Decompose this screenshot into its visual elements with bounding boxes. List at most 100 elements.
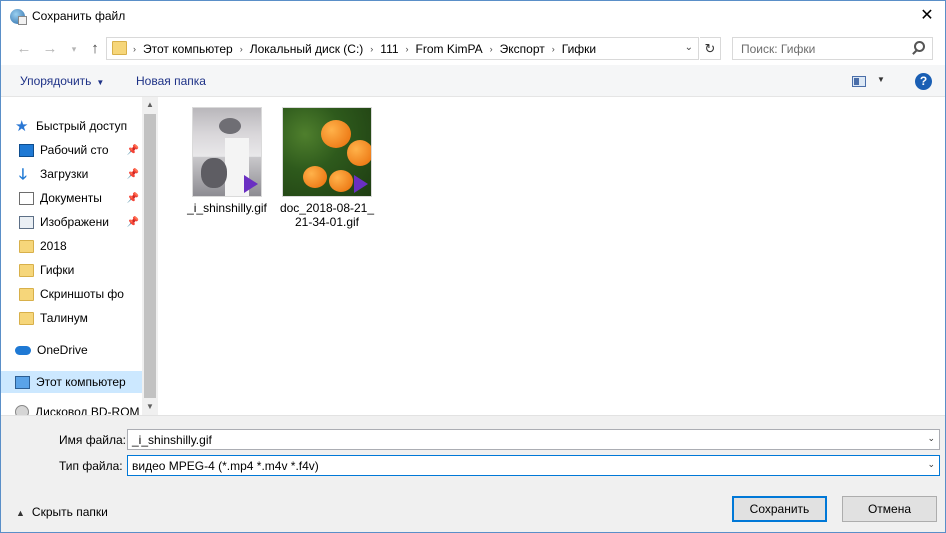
breadcrumb-separator-icon[interactable]: › xyxy=(552,44,555,54)
thumbnail-orange-shape xyxy=(303,166,327,188)
cloud-icon xyxy=(15,345,31,355)
search-icon xyxy=(914,41,925,52)
folder-icon xyxy=(19,311,34,325)
nav-item-onedrive[interactable]: OneDrive xyxy=(1,339,142,361)
chevron-down-icon[interactable]: ⌄ xyxy=(685,42,693,53)
play-icon xyxy=(244,175,258,193)
search-placeholder: Поиск: Гифки xyxy=(741,42,816,56)
pin-icon: 📌 xyxy=(126,168,139,180)
folder-icon xyxy=(19,263,34,277)
chevron-down-icon[interactable]: ⌄ xyxy=(927,433,935,444)
filename-label: Имя файла: xyxy=(59,433,126,447)
help-icon[interactable]: ? xyxy=(915,73,932,90)
breadcrumb-item[interactable]: From KimPA xyxy=(416,42,483,56)
scroll-up-icon[interactable]: ▲ xyxy=(142,97,158,113)
close-button[interactable]: ✕ xyxy=(915,5,939,27)
file-thumbnail xyxy=(282,107,372,197)
filetype-label: Тип файла: xyxy=(59,459,123,473)
nav-item-this-pc[interactable]: Этот компьютер xyxy=(1,371,142,393)
disc-drive-icon xyxy=(15,405,29,415)
recent-locations-chevron-icon[interactable]: ▾ xyxy=(64,39,84,59)
nav-item-documents[interactable]: Документы 📌 xyxy=(1,187,142,209)
computer-icon xyxy=(15,375,30,389)
filetype-value: видео MPEG-4 (*.mp4 *.m4v *.f4v) xyxy=(132,459,319,473)
filetype-select[interactable]: видео MPEG-4 (*.mp4 *.m4v *.f4v) ⌄ xyxy=(127,455,940,476)
thumbnail-cat-shape xyxy=(219,118,241,134)
address-bar[interactable]: › Этот компьютер › Локальный диск (C:) ›… xyxy=(106,37,699,60)
breadcrumb-item[interactable]: Этот компьютер xyxy=(143,42,233,56)
pin-icon: 📌 xyxy=(126,216,139,228)
organize-button[interactable]: Упорядочить ▼ xyxy=(20,74,104,88)
file-name: _i_shinshilly.gif xyxy=(187,201,267,215)
save-form: Имя файла: _i_shinshilly.gif ⌄ Тип файла… xyxy=(1,415,945,532)
thumbnail-orange-shape xyxy=(329,170,353,192)
file-list: _i_shinshilly.gif doc_2018-08-21_21-34-0… xyxy=(159,97,945,415)
breadcrumb-item[interactable]: Гифки xyxy=(562,42,596,56)
nav-item-desktop[interactable]: Рабочий сто 📌 xyxy=(1,139,142,161)
nav-item-label: Изображени xyxy=(40,215,109,229)
breadcrumb-item[interactable]: Локальный диск (C:) xyxy=(250,42,364,56)
pin-icon: 📌 xyxy=(126,144,139,156)
breadcrumb-separator-icon[interactable]: › xyxy=(406,44,409,54)
play-icon xyxy=(354,175,368,193)
document-icon xyxy=(19,191,34,205)
thumbnail-orange-shape xyxy=(347,140,371,166)
nav-item-label: Этот компьютер xyxy=(36,375,126,389)
thumbnail-orange-shape xyxy=(321,120,351,148)
filename-field[interactable]: _i_shinshilly.gif ⌄ xyxy=(127,429,940,450)
nav-item-label: 2018 xyxy=(40,239,67,253)
nav-item-label: Загрузки xyxy=(40,167,89,181)
folder-icon xyxy=(19,239,34,253)
folder-icon xyxy=(112,41,127,55)
change-view-icon[interactable] xyxy=(852,76,866,87)
file-thumbnail xyxy=(192,107,262,197)
nav-item-folder-screenshots[interactable]: Скриншоты фо xyxy=(1,283,142,305)
file-item[interactable]: _i_shinshilly.gif xyxy=(179,107,275,215)
pin-icon: 📌 xyxy=(126,192,139,204)
star-icon: ★ xyxy=(15,117,29,135)
up-arrow-icon[interactable]: ↑ xyxy=(85,39,105,59)
chevron-down-icon[interactable]: ▼ xyxy=(877,75,885,84)
nav-item-quick-access[interactable]: ★ Быстрый доступ xyxy=(1,115,142,137)
nav-item-downloads[interactable]: 🡓 Загрузки 📌 xyxy=(1,163,142,185)
nav-item-bd-rom-drive[interactable]: Дисковод BD-ROM xyxy=(1,401,142,415)
nav-item-folder-talinum[interactable]: Талинум xyxy=(1,307,142,329)
window-title: Сохранить файл xyxy=(32,9,126,23)
new-folder-button[interactable]: Новая папка xyxy=(136,74,206,88)
download-arrow-icon: 🡓 xyxy=(19,165,27,183)
navigation-scrollbar[interactable]: ▲ ▼ xyxy=(142,97,158,415)
scroll-down-icon[interactable]: ▼ xyxy=(142,399,158,415)
refresh-icon[interactable]: ↻ xyxy=(700,37,721,60)
search-input[interactable]: Поиск: Гифки xyxy=(732,37,933,60)
chevron-down-icon[interactable]: ⌄ xyxy=(927,459,935,470)
nav-item-label: Рабочий сто xyxy=(40,143,109,157)
save-file-dialog: Сохранить файл ✕ ← → ▾ ↑ › Этот компьюте… xyxy=(0,0,946,533)
nav-item-folder-2018[interactable]: 2018 xyxy=(1,235,142,257)
title-bar: Сохранить файл ✕ xyxy=(1,1,945,32)
filename-value: _i_shinshilly.gif xyxy=(132,433,212,447)
nav-item-label: Дисковод BD-ROM xyxy=(35,405,140,415)
breadcrumb-separator-icon[interactable]: › xyxy=(240,44,243,54)
nav-item-pictures[interactable]: Изображени 📌 xyxy=(1,211,142,233)
hide-folders-button[interactable]: ▲ Скрыть папки xyxy=(16,505,108,519)
file-name: doc_2018-08-21_21-34-01.gif xyxy=(279,201,375,229)
thumbnail-cat-shape xyxy=(201,158,227,188)
save-button[interactable]: Сохранить xyxy=(732,496,827,522)
nav-item-folder-gifki[interactable]: Гифки xyxy=(1,259,142,281)
chevron-down-icon: ▼ xyxy=(96,78,105,87)
navigation-pane: ★ Быстрый доступ Рабочий сто 📌 🡓 Загрузк… xyxy=(1,97,158,415)
file-item[interactable]: doc_2018-08-21_21-34-01.gif xyxy=(279,107,375,229)
nav-item-label: Скриншоты фо xyxy=(40,287,124,301)
breadcrumb-separator-icon[interactable]: › xyxy=(370,44,373,54)
breadcrumb-separator-icon: › xyxy=(133,44,136,54)
navigation-row: ← → ▾ ↑ › Этот компьютер › Локальный дис… xyxy=(1,33,945,65)
breadcrumb-item[interactable]: 111 xyxy=(380,42,398,56)
back-arrow-icon[interactable]: ← xyxy=(14,39,34,59)
breadcrumb-item[interactable]: Экспорт xyxy=(500,42,545,56)
app-icon xyxy=(10,9,27,25)
breadcrumb-separator-icon[interactable]: › xyxy=(490,44,493,54)
cancel-button[interactable]: Отмена xyxy=(842,496,937,522)
forward-arrow-icon[interactable]: → xyxy=(40,39,60,59)
scrollbar-thumb[interactable] xyxy=(144,114,156,398)
nav-item-label: Гифки xyxy=(40,263,75,277)
